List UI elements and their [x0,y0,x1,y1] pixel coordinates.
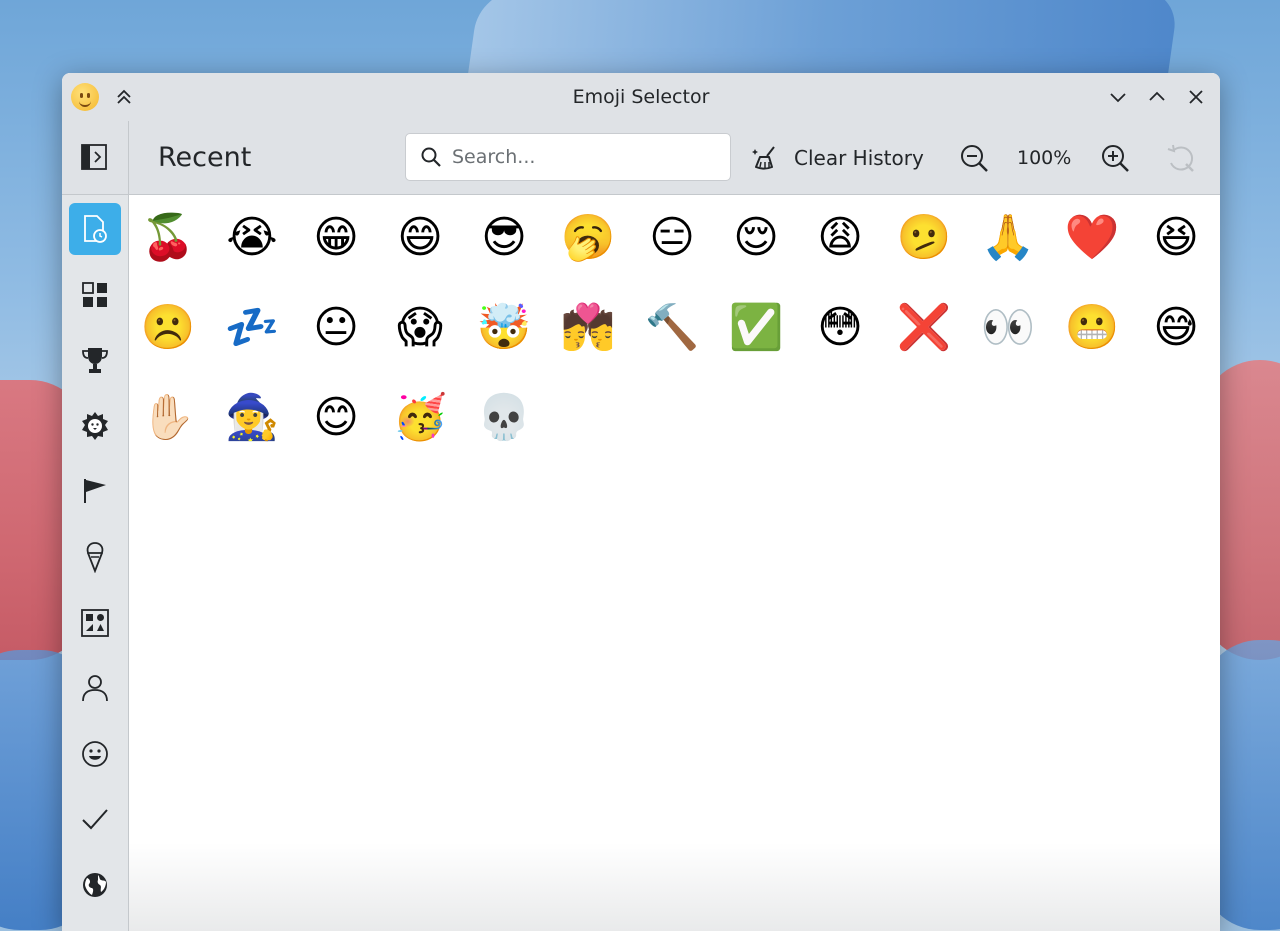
symbols-icon [81,609,109,637]
emoji-button[interactable]: 😱 [385,293,455,363]
reset-zoom-button[interactable] [1165,143,1197,175]
category-symbols-check[interactable] [69,793,121,845]
emoji-button[interactable]: ✅ [721,293,791,363]
emoji-button[interactable]: 😄 [385,203,455,273]
emoji-button[interactable]: 🤯 [469,293,539,363]
animals-nature-icon [82,412,108,440]
search-input[interactable] [450,145,714,169]
recent-icon [84,215,107,243]
flag-icon [84,479,106,503]
search-icon [421,147,441,167]
zoom-in-button[interactable] [1100,143,1132,175]
window-title: Emoji Selector [572,86,710,108]
clear-history-label: Clear History [794,146,924,170]
category-smileys[interactable] [69,728,121,780]
double-chevron-up-icon [117,89,131,104]
zoom-out-icon [961,145,988,172]
emoji-button[interactable]: 😆 [1141,203,1211,273]
trophy-icon [82,348,108,373]
toolbar: Recent Clear History 100% [62,121,1220,195]
emoji-button[interactable]: 😅 [1141,293,1211,363]
emoji-button[interactable]: 🥳 [385,383,455,453]
close-icon [1189,90,1203,104]
emoji-button[interactable]: 😬 [1057,293,1127,363]
category-sidebar [62,195,129,931]
emoji-button[interactable]: ❌ [889,293,959,363]
category-flags[interactable] [69,465,121,517]
category-people[interactable] [69,662,121,714]
emoji-button[interactable]: 🔨 [637,293,707,363]
emoji-button[interactable]: 😎 [469,203,539,273]
category-all[interactable] [69,269,121,321]
emoji-button[interactable]: ☹️ [133,293,203,363]
category-travel[interactable] [69,859,121,911]
checkmark-icon [82,809,108,830]
emoji-button[interactable]: 🧙‍♀️ [217,383,287,453]
search-box[interactable] [405,133,731,181]
maximize-button[interactable] [1145,85,1169,109]
emoji-button[interactable]: 🫤 [889,203,959,273]
all-categories-icon [82,282,107,307]
close-button[interactable] [1184,85,1208,109]
page-title: Recent [158,142,252,173]
people-icon [82,675,108,702]
zoom-level: 100% [1017,147,1072,169]
emoji-button[interactable]: 👀 [973,293,1043,363]
app-smiley-icon [71,83,99,111]
emoji-button[interactable]: ❤️ [1057,203,1127,273]
smileys-icon [82,741,108,767]
emoji-button[interactable]: 😩 [805,203,875,273]
emoji-button[interactable]: 😌 [721,203,791,273]
emoji-button[interactable]: 🙏 [973,203,1043,273]
chevron-down-icon [1110,93,1126,103]
emoji-button[interactable]: 💏 [553,293,623,363]
clear-history-button[interactable]: Clear History [752,138,924,178]
title-bar: Emoji Selector [62,73,1220,121]
category-activities[interactable] [69,334,121,386]
emoji-button[interactable]: 😑 [637,203,707,273]
category-symbols[interactable] [69,597,121,649]
emoji-button[interactable]: 😊 [301,383,371,453]
emoji-grid: 🍒 😭 😁 😄 😎 🥱 😑 😌 😩 🫤 🙏 ❤️ 😆 ☹️ 💤 😐 😱 🤯 💏 … [129,195,1220,931]
emoji-button[interactable]: 💀 [469,383,539,453]
zoom-out-button[interactable] [959,143,991,175]
emoji-button[interactable]: 😳 [805,293,875,363]
zoom-in-icon [1102,145,1129,172]
chevron-up-icon [1149,91,1165,101]
food-icon [86,542,104,573]
minimize-button[interactable] [1106,85,1130,109]
emoji-button[interactable]: 😭 [217,203,287,273]
travel-globe-icon [83,873,107,897]
category-recent[interactable] [69,203,121,255]
broom-icon [752,146,775,170]
sidebar-toggle-button[interactable] [80,143,108,171]
emoji-button[interactable]: 😐 [301,293,371,363]
emoji-button[interactable]: ✋🏻 [133,383,203,453]
keep-above-button[interactable] [112,85,136,109]
emoji-button[interactable]: 😁 [301,203,371,273]
category-food[interactable] [69,531,121,583]
emoji-button[interactable]: 🍒 [133,203,203,273]
emoji-button[interactable]: 🥱 [553,203,623,273]
zoom-reset-icon [1167,144,1194,172]
emoji-button[interactable]: 💤 [217,293,287,363]
emoji-selector-window: Emoji Selector Recent Search... Clear Hi… [62,73,1220,931]
category-animals-nature[interactable] [69,400,121,452]
sidebar-collapse-icon [81,144,107,170]
